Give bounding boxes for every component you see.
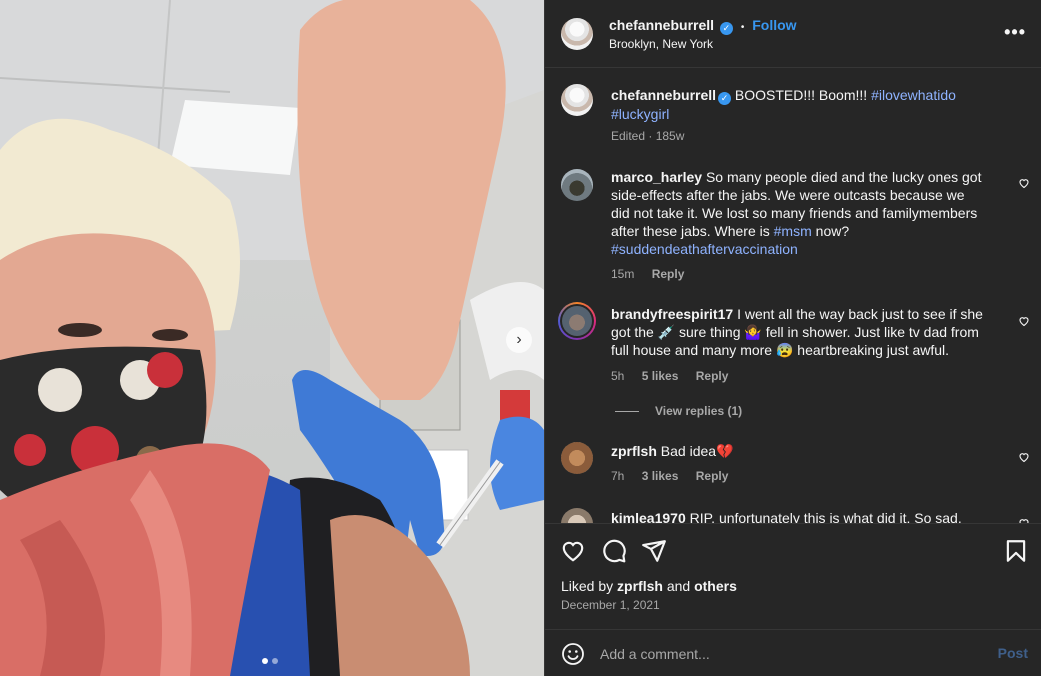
comment-body: did not take it. We lost so many friends…	[611, 205, 978, 221]
story-ring[interactable]	[558, 302, 596, 340]
hashtag-link[interactable]: #msm	[774, 223, 812, 239]
carousel-indicator	[262, 658, 278, 664]
post-location[interactable]: Brooklyn, New York	[609, 37, 713, 51]
comment-avatar[interactable]	[561, 508, 593, 523]
author-avatar[interactable]	[561, 18, 593, 50]
liked-by-others-link[interactable]: others	[694, 578, 737, 594]
liked-by-text: Liked by zprflsh and others	[561, 578, 737, 594]
post-side-panel: chefanneburrell ✓ • Follow Brooklyn, New…	[544, 0, 1041, 676]
comment-text: zprflsh Bad idea💔	[611, 442, 1001, 460]
hashtag-link[interactable]: #ilovewhatido	[871, 87, 956, 103]
add-comment-input[interactable]	[600, 642, 960, 666]
comment-avatar[interactable]	[561, 442, 593, 474]
caption-avatar[interactable]	[561, 84, 593, 116]
comment-body: got the 💉 sure thing 🤷‍♀️ fell in shower…	[611, 324, 979, 340]
verified-badge-icon: ✓	[718, 92, 732, 105]
more-options-icon[interactable]: •••	[1004, 22, 1026, 42]
caption-meta: Edited · 185w	[611, 129, 685, 143]
comment-body: RIP. unfortunately this is what did it. …	[689, 510, 962, 523]
like-heart-icon[interactable]	[560, 538, 586, 564]
view-replies-label[interactable]: View replies (1)	[655, 404, 742, 418]
photo-illustration	[0, 0, 544, 676]
caption-text: chefanneburrell ✓ BOOSTED!!! Boom!!! #ilo…	[611, 86, 1001, 123]
reply-button[interactable]: Reply	[696, 469, 729, 483]
comment-body: full house and many more 😰 heartbreaking…	[611, 342, 950, 358]
post-photo[interactable]: ›	[0, 0, 544, 676]
comment-body: now?	[815, 223, 850, 239]
comment-body: side-effects after the jabs. We were out…	[611, 187, 965, 203]
comment-meta: 15m Reply	[611, 267, 684, 281]
comment-time: 5h	[611, 369, 625, 383]
comment-avatar[interactable]	[561, 169, 593, 201]
caption-username[interactable]: chefanneburrell	[611, 87, 716, 103]
comment-time: 7h	[611, 469, 625, 483]
liked-by-user[interactable]: zprflsh	[617, 578, 663, 594]
comment-meta: 7h 3 likes Reply	[611, 469, 728, 483]
caption-body: BOOSTED!!! Boom!!!	[734, 87, 868, 103]
reply-button[interactable]: Reply	[696, 369, 729, 383]
emoji-icon[interactable]	[561, 642, 585, 666]
share-send-icon[interactable]	[641, 538, 667, 564]
comment-username[interactable]: marco_harley	[611, 169, 702, 185]
liked-by-and: and	[666, 578, 691, 594]
hashtag-link[interactable]: #luckygirl	[611, 106, 669, 122]
reply-button[interactable]: Reply	[652, 267, 685, 281]
like-comment-heart-icon[interactable]	[1018, 451, 1030, 463]
replies-divider	[615, 411, 639, 413]
post-comment-button[interactable]: Post	[998, 645, 1028, 661]
comments-list[interactable]: chefanneburrell ✓ BOOSTED!!! Boom!!! #ilo…	[545, 69, 1041, 523]
comment-body: So many people died and the lucky ones g…	[705, 169, 982, 185]
liked-by-prefix: Liked by	[561, 578, 614, 594]
like-comment-heart-icon[interactable]	[1018, 315, 1030, 327]
carousel-dot	[272, 658, 278, 664]
comment-bubble-icon[interactable]	[601, 538, 627, 564]
follow-button[interactable]: Follow	[752, 17, 796, 33]
carousel-dot-active	[262, 658, 268, 664]
comment-text: brandyfreespirit17 I went all the way ba…	[611, 305, 1001, 359]
comment-username[interactable]: kimlea1970	[611, 510, 686, 523]
comment-time: 15m	[611, 267, 635, 281]
carousel-next-button[interactable]: ›	[506, 327, 532, 353]
like-comment-heart-icon[interactable]	[1018, 177, 1030, 189]
instagram-post-modal: › chefanneburrell ✓ • Follow Brooklyn, N…	[0, 0, 1041, 676]
comment-likes[interactable]: 5 likes	[642, 369, 679, 383]
post-date[interactable]: December 1, 2021	[561, 598, 660, 612]
comment-body: Bad idea💔	[660, 443, 734, 459]
hashtag-link[interactable]: #suddendeathaftervaccination	[611, 241, 798, 257]
comment-text: marco_harley So many people died and the…	[611, 168, 1001, 258]
add-comment-bar: Post	[545, 629, 1041, 676]
comment-username[interactable]: brandyfreespirit17	[611, 306, 733, 322]
comment-avatar[interactable]	[562, 306, 592, 336]
author-username[interactable]: chefanneburrell	[609, 17, 714, 33]
view-replies-button[interactable]: View replies (1)	[615, 404, 742, 418]
separator-dot: •	[740, 22, 745, 33]
comment-likes[interactable]: 3 likes	[642, 469, 679, 483]
comment-text: kimlea1970 RIP. unfortunately this is wh…	[611, 509, 1001, 523]
comment-username[interactable]: zprflsh	[611, 443, 657, 459]
save-bookmark-icon[interactable]	[1003, 538, 1029, 564]
post-header: chefanneburrell ✓ • Follow Brooklyn, New…	[545, 0, 1041, 68]
post-actions: Liked by zprflsh and others December 1, …	[545, 523, 1041, 629]
verified-badge-icon: ✓	[719, 22, 733, 35]
comment-body: after these jabs. Where is	[611, 223, 770, 239]
comment-body: I went all the way back just to see if s…	[737, 306, 983, 322]
comment-meta: 5h 5 likes Reply	[611, 369, 728, 383]
